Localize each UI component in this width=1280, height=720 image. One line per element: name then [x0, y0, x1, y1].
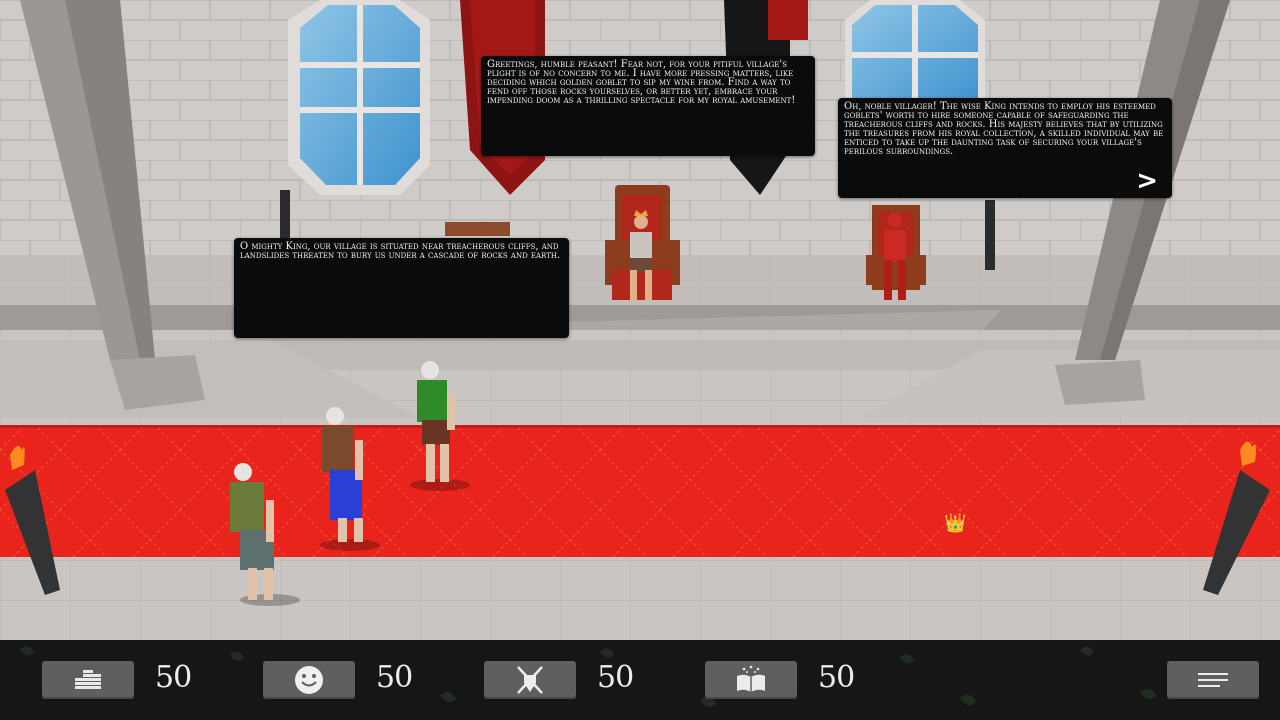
gold-value: 50 [155, 660, 192, 695]
hamburger-menu-icon [1198, 673, 1228, 687]
crossed-swords-shield-icon [517, 666, 543, 694]
next-dialog-button[interactable]: > [1136, 168, 1158, 194]
open-book-icon [737, 665, 765, 692]
advisor-dialog-text: Oh, noble villager! The wise King intend… [844, 101, 1164, 157]
happiness-button[interactable] [263, 661, 355, 699]
military-value: 50 [597, 660, 634, 695]
gold-button[interactable] [42, 661, 134, 699]
king-dialog-text: Greetings, humble peasant! Fear not, for… [487, 59, 796, 106]
resource-bar: 50 50 50 50 [0, 640, 1280, 720]
king-dialog-box: Greetings, humble peasant! Fear not, for… [481, 56, 815, 156]
coins-icon [75, 670, 101, 689]
leaf-pattern-background [20, 646, 1156, 708]
knowledge-button[interactable] [705, 661, 797, 699]
military-button[interactable] [484, 661, 576, 699]
knowledge-value: 50 [818, 660, 855, 695]
advisor-dialog-box: Oh, noble villager! The wise King intend… [838, 98, 1172, 198]
menu-button[interactable] [1167, 661, 1259, 699]
happiness-value: 50 [376, 660, 413, 695]
crown-marker-icon[interactable]: 👑 [944, 514, 966, 534]
villager-dialog-box: O mighty King, our village is situated n… [234, 238, 569, 338]
villager-dialog-text: O mighty King, our village is situated n… [240, 241, 561, 261]
smiley-icon [295, 666, 323, 694]
